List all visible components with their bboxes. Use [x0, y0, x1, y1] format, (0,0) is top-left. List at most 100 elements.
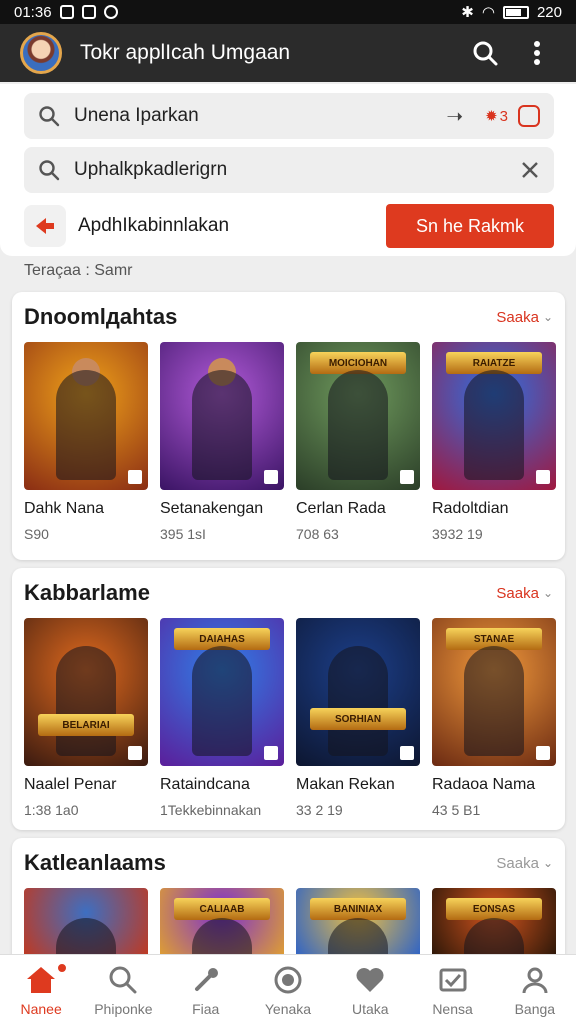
cover-figure: [56, 646, 116, 756]
apply-button[interactable]: Sn he Rakmk: [386, 204, 554, 248]
search-button[interactable]: [466, 34, 504, 72]
app-logo[interactable]: [20, 32, 62, 74]
game-section: Dnoomlдahtas Saaka ⌄ Dahk Nana S90 Setan…: [12, 292, 565, 560]
app-bar: Tokr applIcah Umgaan: [0, 24, 576, 82]
game-card[interactable]: DAIAHAS Rataindcana 1Tekkebinnakan: [160, 618, 284, 818]
home-icon: [23, 963, 59, 997]
chevron-down-icon: ⌄: [542, 310, 553, 324]
battery-level: 220: [536, 3, 562, 21]
game-cover: [24, 888, 148, 958]
game-card[interactable]: EONSAS: [432, 888, 556, 958]
section-more-button[interactable]: Saaka ⌄: [496, 855, 553, 872]
game-section: Kabbarlame Saaka ⌄ BELARIAI Naalel Penar…: [12, 568, 565, 830]
filter-text: Teraçaa : Samr: [24, 262, 133, 279]
mail-icon: [435, 963, 471, 997]
game-card[interactable]: CALIAAB: [160, 888, 284, 958]
game-meta: 33 2 19: [296, 802, 343, 818]
apply-icon[interactable]: [24, 205, 66, 247]
game-card[interactable]: RAIATZE Radoltdian 3932 19: [432, 342, 556, 542]
cover-figure: [192, 646, 252, 756]
section-more-label: Saaka: [496, 854, 539, 872]
game-cover: RAIATZE: [432, 342, 556, 490]
nav-item-home[interactable]: Nanee: [0, 955, 82, 1024]
chevron-down-icon: ⌄: [542, 586, 553, 600]
game-name: Naalel Penar: [24, 776, 117, 793]
nav-item-explore[interactable]: Yenaka: [247, 955, 329, 1024]
section-header: Kabbarlame Saaka ⌄: [24, 580, 553, 606]
gear-icon: ✹: [485, 108, 498, 125]
game-name: Radoltdian: [432, 500, 509, 517]
profile-icon[interactable]: [518, 105, 540, 127]
game-card[interactable]: [24, 888, 148, 958]
search-icon: [105, 963, 141, 997]
secondary-search-input[interactable]: Uphalkpkadlerigrn: [24, 147, 554, 193]
cover-figure: [464, 370, 524, 480]
game-list: BELARIAI Naalel Penar 1:38 1a0 DAIAHAS R…: [24, 618, 556, 818]
more-vert-icon: [534, 41, 540, 65]
game-cover: STANAE: [432, 618, 556, 766]
game-card[interactable]: SORHIAN Makan Rekan 33 2 19: [296, 618, 420, 818]
arrow-right-icon[interactable]: ➝: [446, 104, 463, 129]
corner-icon: [536, 746, 550, 760]
chevron-down-icon: ⌄: [542, 856, 553, 870]
section-more-button[interactable]: Saaka ⌄: [496, 309, 553, 326]
apply-row: ApdhIkabinnlakan Sn he Rakmk: [24, 201, 554, 251]
search-icon: [39, 106, 60, 127]
game-card[interactable]: Dahk Nana S90: [24, 342, 148, 542]
battery-icon: [502, 5, 529, 19]
game-name: Makan Rekan: [296, 776, 395, 793]
search-input[interactable]: Unena Iparkan ➝ ✹ 3: [24, 93, 554, 139]
notification-badge[interactable]: ✹ 3: [485, 107, 508, 126]
game-cover: DAIAHAS: [160, 618, 284, 766]
section-title: Katleanlaams: [24, 850, 166, 875]
circle-icon: [270, 963, 306, 997]
corner-icon: [400, 746, 414, 760]
tool-icon: [188, 963, 224, 997]
cover-banner: SORHIAN: [310, 708, 406, 730]
nav-item-favorites[interactable]: Utaka: [329, 955, 411, 1024]
game-list: Dahk Nana S90 Setanakengan 395 1sI MOICI…: [24, 342, 556, 542]
nav-label: Yenaka: [264, 1000, 312, 1017]
nav-item-profile[interactable]: Banga: [494, 955, 576, 1024]
nav-item-tools[interactable]: Fiaa: [165, 955, 247, 1024]
notification-icon: [59, 5, 74, 19]
game-card[interactable]: BANINIAX: [296, 888, 420, 958]
cover-figure: [328, 646, 388, 756]
cover-figure: [56, 370, 116, 480]
section-header: Dnoomlдahtas Saaka ⌄: [24, 304, 553, 330]
notification-icon-2: [81, 5, 96, 19]
game-card[interactable]: STANAE Radaoa Nama 43 5 B1: [432, 618, 556, 818]
nav-label: Banga: [514, 1000, 556, 1017]
close-icon[interactable]: [520, 160, 540, 180]
game-card[interactable]: MOICIOHAN Cerlan Rada 708 63: [296, 342, 420, 542]
game-name: Rataindcana: [160, 776, 250, 793]
nav-item-search[interactable]: Phiponke: [82, 955, 164, 1024]
game-meta: S90: [24, 526, 49, 542]
bottom-nav: Nanee Phiponke Fiaa Yenaka Utaka Nensa B…: [0, 954, 576, 1024]
game-card[interactable]: Setanakengan 395 1sI: [160, 342, 284, 542]
game-meta: 1:38 1a0: [24, 802, 79, 818]
cover-banner: BELARIAI: [38, 714, 134, 736]
game-meta: 708 63: [296, 526, 339, 542]
nav-label: Phiponke: [94, 1000, 153, 1017]
arrow-tag-icon: [36, 218, 54, 234]
cover-figure: [328, 370, 388, 480]
status-time: 01:36: [14, 3, 52, 21]
game-cover: BELARIAI: [24, 618, 148, 766]
app-title: Tokr applIcah Umgaan: [80, 41, 291, 64]
game-card[interactable]: BELARIAI Naalel Penar 1:38 1a0: [24, 618, 148, 818]
game-name: Dahk Nana: [24, 500, 105, 517]
heart-icon: [352, 963, 388, 997]
section-more-label: Saaka: [496, 308, 539, 326]
notification-icon-3: [103, 5, 118, 19]
person-icon: [517, 963, 553, 997]
corner-icon: [400, 470, 414, 484]
more-menu-button[interactable]: [518, 34, 556, 72]
nav-item-messages[interactable]: Nensa: [411, 955, 493, 1024]
game-cover: [24, 342, 148, 490]
bluetooth-icon: ✱: [461, 4, 474, 21]
nav-notification-dot: [56, 962, 68, 974]
search-icon: [39, 160, 60, 181]
wifi-icon: ◠: [481, 4, 495, 21]
section-more-button[interactable]: Saaka ⌄: [496, 585, 553, 602]
